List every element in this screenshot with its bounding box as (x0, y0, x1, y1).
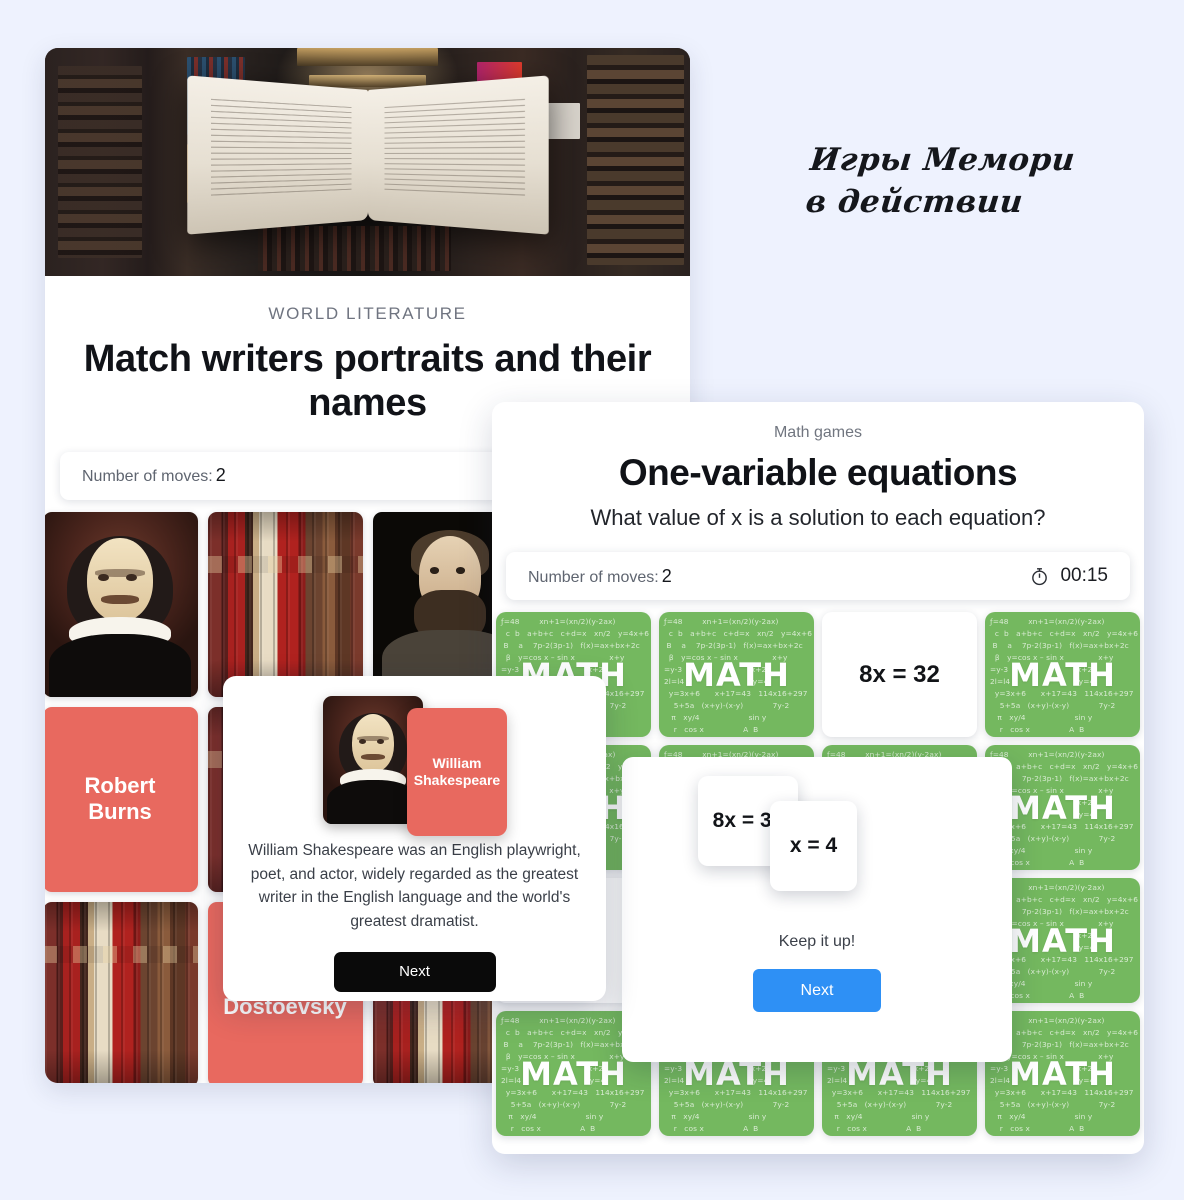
floating-open-book (186, 75, 549, 235)
math-next-button[interactable]: Next (753, 969, 881, 1012)
moves-count: 2 (215, 465, 226, 486)
moves-text: Number of moves: (82, 468, 213, 486)
matched-pair: William Shakespeare (223, 690, 606, 836)
memory-card-portrait-shakespeare[interactable] (45, 511, 198, 697)
math-match-popup: 8x = 32 x = 4 Keep it up! Next (622, 757, 1012, 1062)
math-card-back[interactable]: ƒ=48 xn+1=(xn/2)(y-2ax) c b a+b+c c+d=x … (659, 612, 814, 738)
math-moves-label: Number of moves: 2 (528, 566, 672, 587)
math-card-label: MATH (1009, 788, 1116, 827)
literature-match-popup: William Shakespeare William Shakespeare … (223, 676, 606, 1001)
math-title: One-variable equations (618, 452, 1018, 493)
math-card-label: MATH (1009, 921, 1116, 960)
memory-card-back[interactable] (45, 901, 198, 1083)
math-card-label: MATH (520, 1054, 627, 1093)
popup-name-card: William Shakespeare (407, 708, 507, 836)
math-card-face-equation[interactable]: 8x = 32 (822, 612, 977, 738)
stopwatch-icon (1032, 567, 1048, 585)
math-eyebrow: Math games (773, 424, 863, 441)
math-card-label: MATH (1009, 1054, 1116, 1093)
popup-solution-card: x = 4 (770, 801, 857, 891)
math-matched-pair: 8x = 32 x = 4 (622, 757, 1012, 939)
literature-next-button[interactable]: Next (333, 951, 496, 992)
math-moves-text: Number of moves: (528, 568, 659, 586)
math-moves-bar: Number of moves: 2 00:15 (506, 552, 1130, 601)
memory-card-name-robert-burns[interactable]: Robert Burns (45, 706, 198, 892)
handwritten-caption: Игры Мемори в действии (804, 142, 1077, 220)
math-card-back[interactable]: ƒ=48 xn+1=(xn/2)(y-2ax) c b a+b+c c+d=x … (985, 612, 1140, 738)
memory-card-back[interactable] (207, 511, 363, 697)
math-card-label: MATH (683, 655, 790, 694)
math-timer: 00:15 (1029, 565, 1108, 587)
timer-value: 00:15 (1060, 565, 1108, 587)
math-card-label: MATH (1009, 655, 1116, 694)
literature-moves-label: Number of moves: 2 (82, 465, 226, 486)
math-subtitle: What value of x is a solution to each eq… (590, 505, 1046, 530)
math-moves-count: 2 (661, 565, 672, 586)
hero-image (45, 48, 690, 276)
popup-description: William Shakespeare was an English playw… (248, 842, 581, 931)
literature-eyebrow: WORLD LITERATURE (268, 304, 467, 323)
